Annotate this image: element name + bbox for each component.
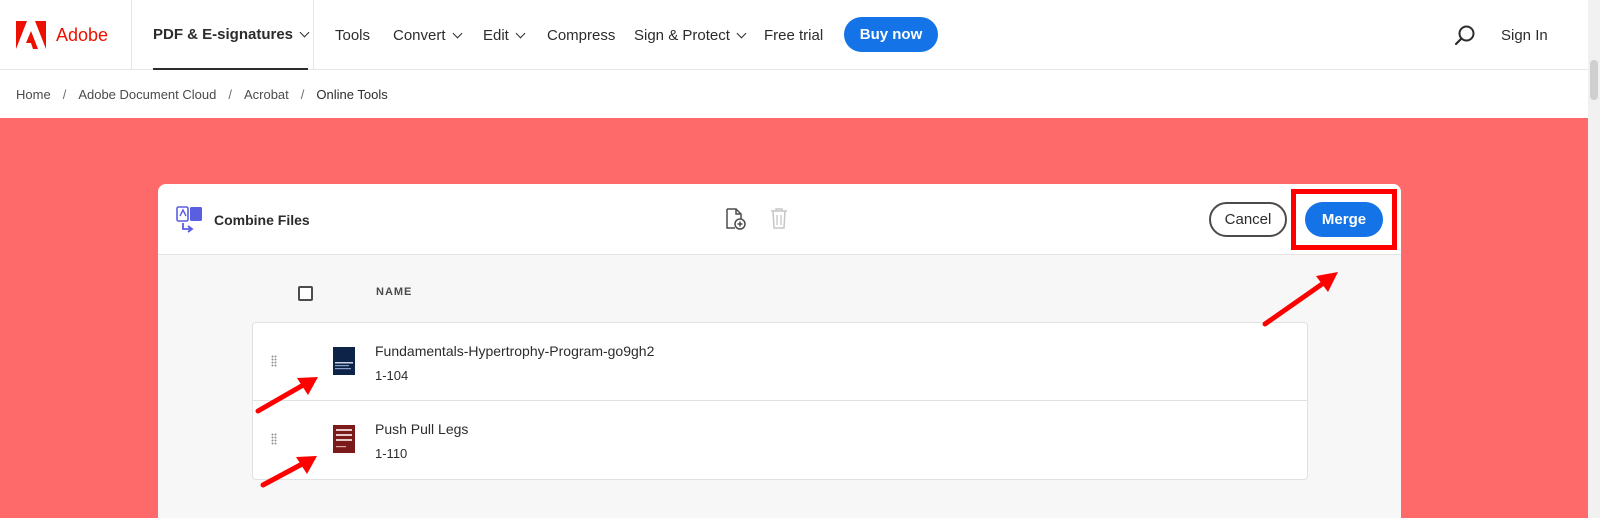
nav-tools[interactable]: Tools <box>335 0 370 70</box>
adobe-logo-icon <box>16 21 46 49</box>
nav-divider <box>313 0 314 70</box>
cancel-button[interactable]: Cancel <box>1209 202 1287 237</box>
chevron-down-icon <box>736 28 747 38</box>
page-scrollbar[interactable] <box>1588 0 1600 518</box>
file-page-range: 1-104 <box>375 368 409 383</box>
drag-handle-icon[interactable] <box>271 355 277 367</box>
adobe-logo[interactable]: Adobe <box>16 20 108 50</box>
nav-sign-protect[interactable]: Sign & Protect <box>634 0 747 70</box>
file-row[interactable]: Fundamentals-Hypertrophy-Program-go9gh2 … <box>253 323 1307 401</box>
nav-divider <box>131 0 132 70</box>
drag-handle-icon[interactable] <box>271 433 277 445</box>
top-navigation: Adobe PDF & E-signatures Tools Convert E… <box>0 0 1600 70</box>
nav-edit-label: Edit <box>483 26 509 44</box>
sign-in-link[interactable]: Sign In <box>1501 0 1548 70</box>
file-name: Fundamentals-Hypertrophy-Program-go9gh2 <box>375 343 655 359</box>
nav-tools-label: Tools <box>335 26 371 44</box>
pdf-thumbnail <box>333 347 355 375</box>
breadcrumb-online-tools: Online Tools <box>316 86 388 102</box>
file-name: Push Pull Legs <box>375 421 469 437</box>
nav-sign-protect-label: Sign & Protect <box>634 26 730 44</box>
pdf-thumbnail <box>333 425 355 453</box>
breadcrumb: Home / Adobe Document Cloud / Acrobat / … <box>16 70 388 118</box>
breadcrumb-acrobat[interactable]: Acrobat <box>244 87 289 102</box>
file-page-range: 1-110 <box>375 446 408 461</box>
breadcrumb-separator: / <box>300 86 305 102</box>
panel-title: Combine Files <box>214 211 310 228</box>
breadcrumb-document-cloud[interactable]: Adobe Document Cloud <box>78 87 216 102</box>
combine-files-icon <box>176 206 202 233</box>
search-icon[interactable] <box>1454 24 1476 46</box>
file-list: Fundamentals-Hypertrophy-Program-go9gh2 … <box>252 322 1308 480</box>
buy-now-button[interactable]: Buy now <box>844 17 938 52</box>
nav-free-trial-label: Free trial <box>764 26 824 44</box>
nav-compress-label: Compress <box>547 26 616 44</box>
adobe-logo-text: Adobe <box>56 24 109 45</box>
file-row[interactable]: Push Pull Legs 1-110 <box>253 401 1307 479</box>
breadcrumb-separator: / <box>228 86 232 102</box>
select-all-checkbox[interactable] <box>298 286 313 301</box>
nav-compress[interactable]: Compress <box>547 0 615 70</box>
nav-convert-label: Convert <box>393 26 446 44</box>
name-column-header: NAME <box>376 286 413 298</box>
add-file-icon[interactable] <box>724 208 746 230</box>
merge-highlight-box <box>1291 189 1397 250</box>
chevron-down-icon <box>299 27 310 37</box>
breadcrumb-home[interactable]: Home <box>16 87 51 102</box>
scrollbar-thumb[interactable] <box>1590 60 1598 100</box>
file-list-header: NAME <box>158 255 1401 325</box>
nav-pdf-esignatures[interactable]: PDF & E-signatures <box>153 0 310 70</box>
nav-free-trial[interactable]: Free trial <box>764 0 823 70</box>
chevron-down-icon <box>515 28 526 38</box>
nav-convert[interactable]: Convert <box>393 0 462 70</box>
breadcrumb-separator: / <box>62 86 67 102</box>
panel-header: Combine Files Cancel Merge <box>158 184 1401 255</box>
nav-pdf-esignatures-label: PDF & E-signatures <box>153 25 294 43</box>
chevron-down-icon <box>452 28 462 38</box>
combine-files-panel: Combine Files Cancel Merge NAME Fundamen… <box>158 184 1401 518</box>
trash-icon[interactable] <box>769 207 789 229</box>
nav-edit[interactable]: Edit <box>483 0 526 70</box>
